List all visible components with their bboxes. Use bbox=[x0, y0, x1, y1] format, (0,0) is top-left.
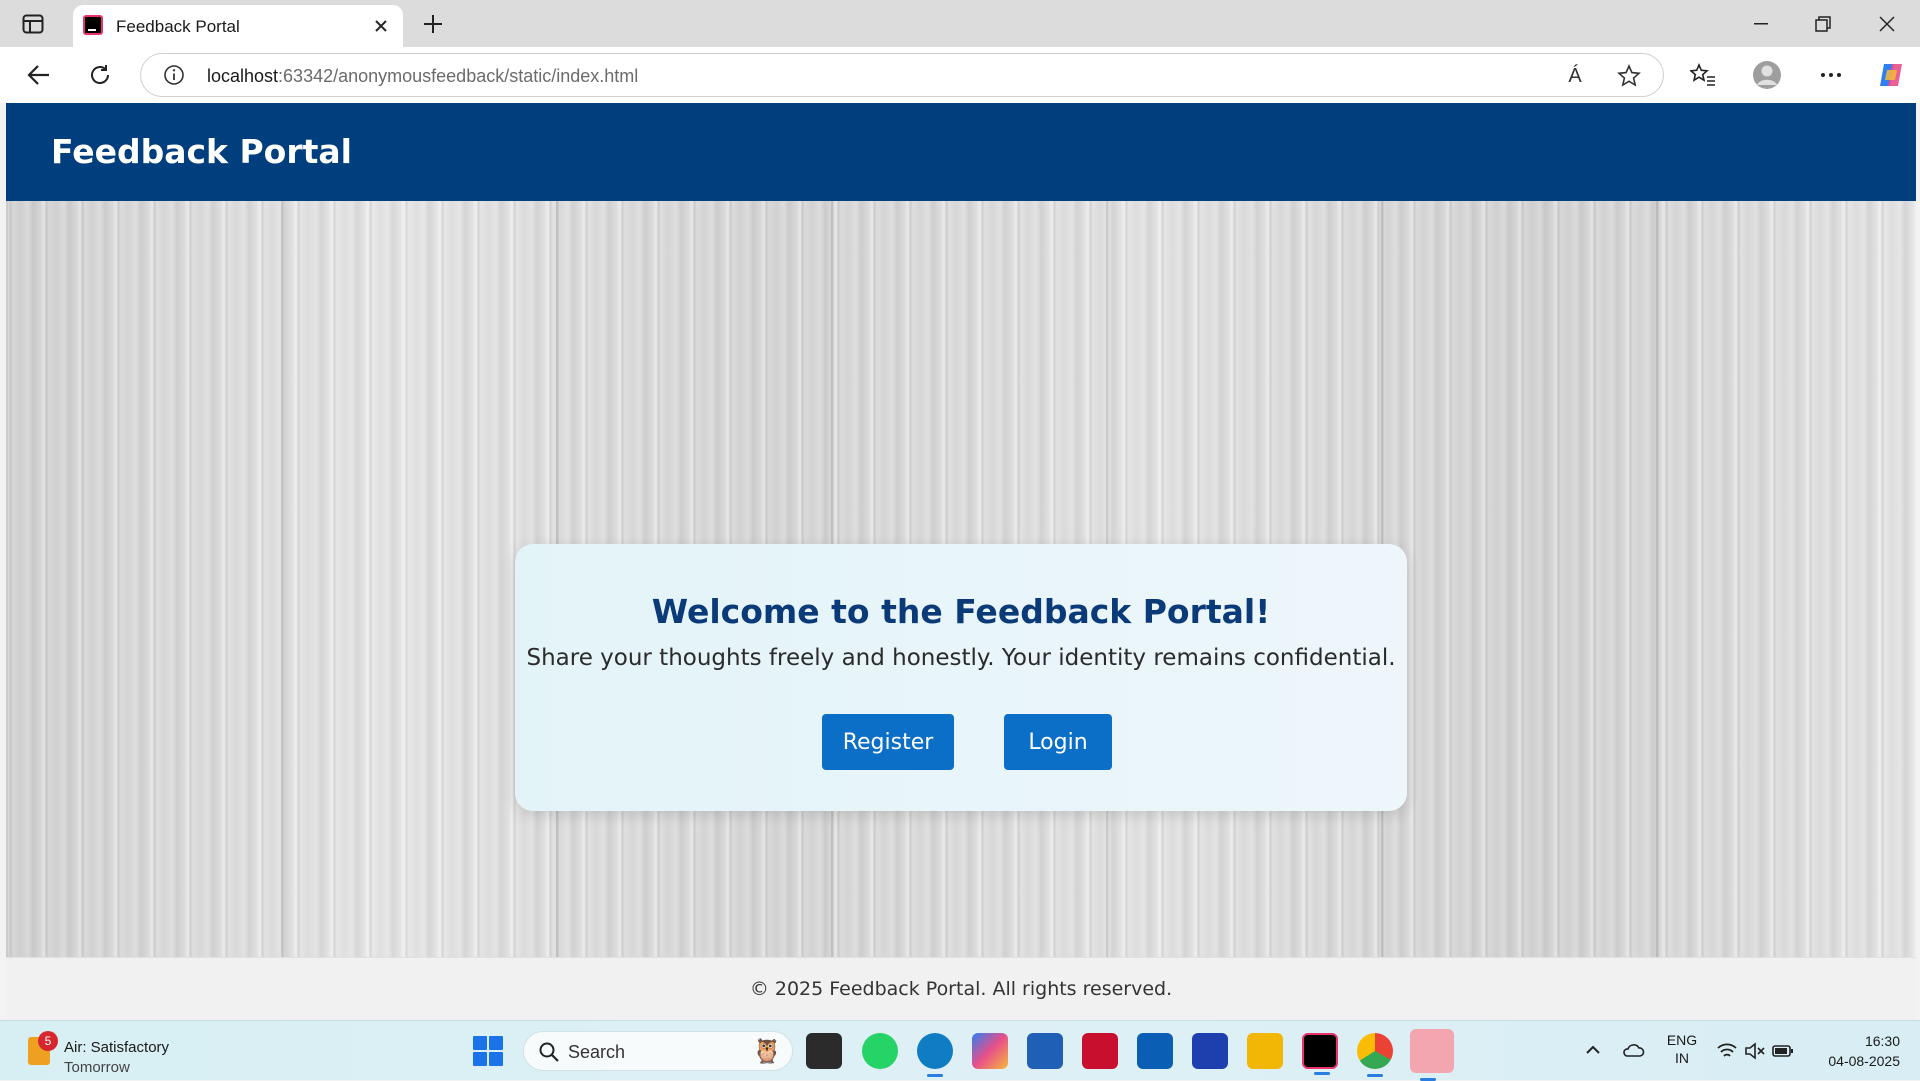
read-aloud-button[interactable]: Á bbox=[1561, 62, 1589, 90]
tab-title: Feedback Portal bbox=[116, 17, 240, 36]
intellij-app-icon[interactable] bbox=[1302, 1033, 1338, 1075]
copilot-app-icon[interactable] bbox=[972, 1033, 1008, 1069]
copilot-icon bbox=[1880, 64, 1902, 86]
address-bar[interactable]: localhost:63342/anonymousfeedback/static… bbox=[140, 53, 1664, 97]
favorites-icon bbox=[1690, 63, 1715, 86]
browser-tab[interactable]: Feedback Portal bbox=[73, 5, 403, 47]
page-viewport: Feedback Portal Welcome to the Feedback … bbox=[6, 103, 1916, 1020]
tab-close-button[interactable] bbox=[369, 14, 393, 38]
more-icon bbox=[1821, 73, 1841, 77]
snipping-tool-app-icon[interactable] bbox=[1410, 1029, 1454, 1081]
site-title: Feedback Portal bbox=[51, 132, 352, 171]
notification-badge: 5 bbox=[38, 1031, 58, 1051]
restore-button[interactable] bbox=[1792, 0, 1854, 47]
mcafee-app-icon[interactable] bbox=[1082, 1033, 1118, 1069]
welcome-title: Welcome to the Feedback Portal! bbox=[651, 592, 1271, 631]
edge-app-icon[interactable] bbox=[917, 1033, 953, 1077]
favorite-button[interactable] bbox=[1615, 62, 1643, 90]
clock-time: 16:30 bbox=[1864, 1033, 1900, 1049]
tab-actions-icon bbox=[22, 14, 44, 34]
profile-button[interactable] bbox=[1748, 57, 1786, 93]
outlook-app-icon[interactable] bbox=[1137, 1033, 1173, 1069]
welcome-subtitle: Share your thoughts freely and honestly.… bbox=[526, 645, 1396, 671]
more-button[interactable] bbox=[1812, 57, 1850, 93]
search-label: Search bbox=[568, 1042, 626, 1062]
l-app-icon[interactable] bbox=[1192, 1033, 1228, 1069]
url-path: :63342/anonymousfeedback/static/index.ht… bbox=[278, 66, 639, 86]
refresh-button[interactable] bbox=[81, 57, 119, 93]
restore-icon bbox=[1815, 15, 1831, 32]
star-icon bbox=[1617, 64, 1641, 87]
chevron-up-icon[interactable] bbox=[1582, 1039, 1604, 1061]
chrome-app-icon[interactable] bbox=[1357, 1033, 1393, 1077]
read-aloud-icon: Á bbox=[1568, 64, 1582, 87]
favorites-button[interactable] bbox=[1684, 57, 1722, 93]
owl-decoration-icon: 🦉 bbox=[752, 1038, 782, 1065]
footer-copyright: © 2025 Feedback Portal. All rights reser… bbox=[749, 978, 1173, 1000]
taskbar: 5 Air: Satisfactory Tomorrow Search 🦉 EN… bbox=[0, 1020, 1920, 1081]
battery-icon bbox=[1772, 1045, 1793, 1057]
url-text[interactable]: localhost:63342/anonymousfeedback/static… bbox=[207, 66, 638, 87]
browser-tab-bar: Feedback Portal bbox=[0, 0, 1920, 47]
welcome-card: Welcome to the Feedback Portal! Share yo… bbox=[515, 544, 1407, 811]
clock-date: 04-08-2025 bbox=[1828, 1053, 1900, 1069]
profile-icon bbox=[1753, 61, 1781, 89]
wifi-icon bbox=[1717, 1043, 1737, 1057]
browser-toolbar: localhost:63342/anonymousfeedback/static… bbox=[0, 47, 1920, 103]
plus-icon bbox=[424, 15, 442, 33]
language-code: ENG bbox=[1666, 1032, 1698, 1048]
url-host: localhost bbox=[207, 66, 279, 86]
site-footer: © 2025 Feedback Portal. All rights reser… bbox=[6, 957, 1916, 1020]
mute-icon bbox=[1745, 1042, 1765, 1060]
weather-status: Air: Satisfactory bbox=[64, 1039, 170, 1056]
info-icon[interactable] bbox=[163, 64, 185, 86]
site-header: Feedback Portal bbox=[6, 103, 1916, 201]
new-tab-button[interactable] bbox=[417, 8, 449, 40]
region-code: IN bbox=[1675, 1050, 1689, 1066]
weather-period: Tomorrow bbox=[64, 1059, 130, 1076]
close-icon bbox=[375, 20, 387, 32]
register-button[interactable]: Register bbox=[822, 714, 954, 770]
language-indicator[interactable]: ENG IN bbox=[1664, 1031, 1700, 1067]
search-icon bbox=[539, 1042, 559, 1062]
windows-start-icon[interactable] bbox=[473, 1036, 503, 1066]
refresh-icon bbox=[91, 65, 109, 84]
copilot-button[interactable] bbox=[1872, 57, 1910, 93]
back-button[interactable] bbox=[20, 57, 58, 93]
intellij-favicon-icon bbox=[83, 15, 103, 35]
whatsapp-app-icon[interactable] bbox=[862, 1033, 898, 1069]
clock[interactable]: 16:30 04-08-2025 bbox=[1810, 1031, 1900, 1071]
onedrive-cloud-icon[interactable] bbox=[1620, 1039, 1646, 1061]
close-icon bbox=[1879, 15, 1895, 32]
login-button[interactable]: Login bbox=[1004, 714, 1112, 770]
tab-actions-button[interactable] bbox=[14, 8, 52, 40]
wood-background: Welcome to the Feedback Portal! Share yo… bbox=[6, 201, 1916, 957]
taskbar-search-box[interactable]: Search 🦉 bbox=[523, 1031, 793, 1071]
system-tray-icons[interactable] bbox=[1716, 1039, 1796, 1063]
minimize-icon bbox=[1754, 22, 1768, 24]
weather-widget[interactable]: 5 Air: Satisfactory Tomorrow bbox=[24, 1029, 244, 1076]
task-view-app-icon[interactable] bbox=[806, 1033, 842, 1069]
store-app-icon[interactable] bbox=[1027, 1033, 1063, 1069]
close-window-button[interactable] bbox=[1856, 0, 1918, 47]
back-icon bbox=[27, 65, 49, 85]
file-explorer-app-icon[interactable] bbox=[1247, 1033, 1283, 1069]
minimize-button[interactable] bbox=[1730, 0, 1792, 47]
